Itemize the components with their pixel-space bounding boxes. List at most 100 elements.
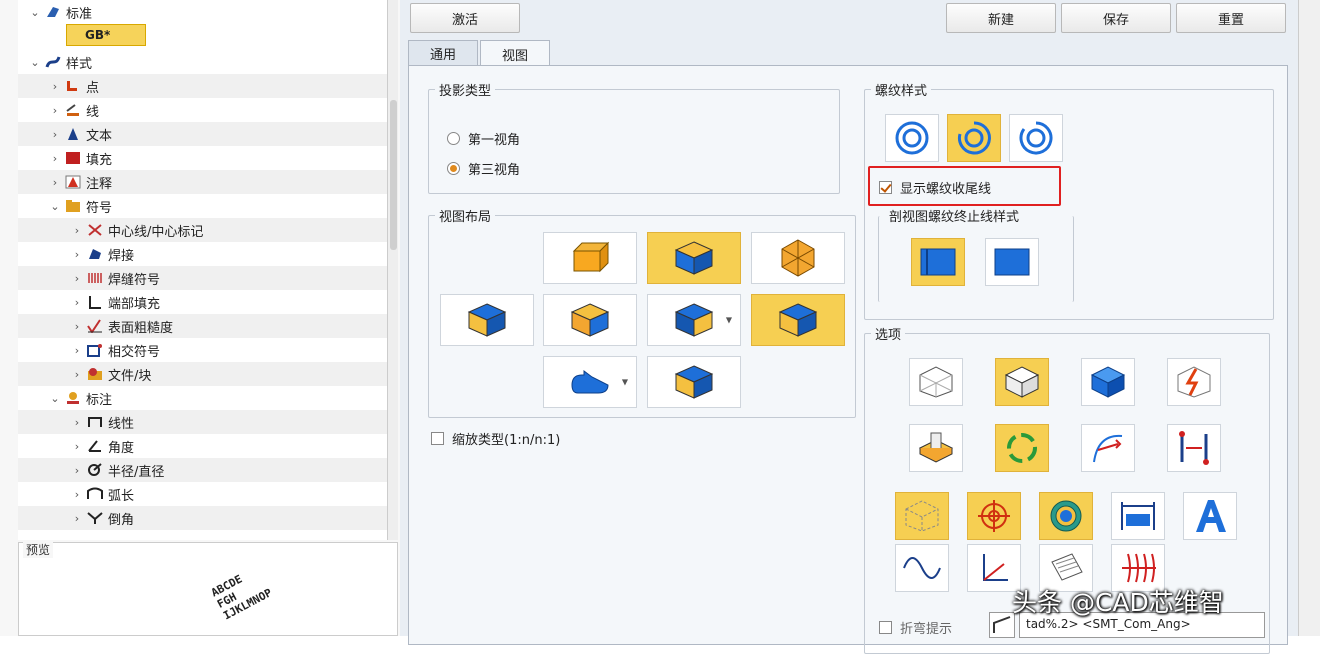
fold-line-icon [993,616,1011,633]
chevron-right-icon[interactable]: › [70,416,84,429]
layout-top-view-tile[interactable] [543,232,637,284]
radio-button-selected[interactable] [447,162,460,175]
chevron-right-icon[interactable]: › [70,272,84,285]
tree-item-weld[interactable]: › 焊接 [18,242,387,266]
tree-item-style[interactable]: ⌄ 样式 [18,50,387,74]
tree-item-roughness[interactable]: › 表面粗糙度 [18,314,387,338]
option-parallel-tile[interactable] [1167,424,1221,472]
tree-item-label: 注释 [86,176,113,192]
tree-item-intersect[interactable]: › 相交符号 [18,338,387,362]
chevron-right-icon[interactable]: › [48,176,62,189]
layout-left-view-tile[interactable] [440,294,534,346]
first-angle-radio[interactable]: 第一视角 [447,129,520,148]
layout-cube-4-tile[interactable] [751,294,845,346]
chevron-right-icon[interactable]: › [70,440,84,453]
checkbox[interactable] [431,432,444,445]
scrollbar-thumb[interactable] [390,100,397,250]
tree-item-angle[interactable]: › 角度 [18,434,387,458]
tree-item-line[interactable]: › 线 [18,98,387,122]
white-cube-icon [1004,366,1040,398]
standard-value-gb[interactable]: GB* [66,24,146,46]
layout-cube-3-tile[interactable]: ▼ [647,294,741,346]
chevron-right-icon[interactable]: › [70,368,84,381]
chevron-down-icon[interactable]: ⌄ [28,56,42,69]
dropdown-arrow-icon[interactable]: ▼ [622,378,628,387]
section-thread-style-1-tile[interactable] [911,238,965,286]
option-cylinder-tile[interactable] [909,424,963,472]
option-edges-tile[interactable] [1167,358,1221,406]
section-thread-style-2-tile[interactable] [985,238,1039,286]
option-shaded-tile[interactable] [1081,358,1135,406]
option-rotate-tile[interactable] [995,424,1049,472]
tree-item-weld-symbol[interactable]: › 焊缝符号 [18,266,387,290]
chevron-right-icon[interactable]: › [70,488,84,501]
option-box-dashed-tile[interactable] [895,492,949,540]
tree-item-dimension[interactable]: ⌄ 标注 [18,386,387,410]
chevron-right-icon[interactable]: › [48,80,62,93]
chevron-right-icon[interactable]: › [48,104,62,117]
option-wireframe-tile[interactable] [909,358,963,406]
chevron-right-icon[interactable]: › [48,128,62,141]
tree-item-centerline[interactable]: › 中心线/中心标记 [18,218,387,242]
chevron-right-icon[interactable]: › [70,248,84,261]
chevron-down-icon[interactable]: ⌄ [48,200,62,213]
tree-scrollbar[interactable] [387,0,398,540]
thread-style-2-tile[interactable] [947,114,1001,162]
tree-item-point[interactable]: › 点 [18,74,387,98]
option-thread-view-tile[interactable] [1039,492,1093,540]
parallel-lines-icon [1179,431,1209,465]
option-hidden-line-tile[interactable] [995,358,1049,406]
option-target-tile[interactable] [967,492,1021,540]
tab-view[interactable]: 视图 [480,40,550,67]
scale-type-checkbox[interactable]: 缩放类型(1:n/n:1) [431,429,560,448]
chevron-down-icon[interactable]: ⌄ [28,6,42,19]
layout-cube-5-tile[interactable] [647,356,741,408]
chevron-right-icon[interactable]: › [70,224,84,237]
chamfer-icon [86,510,104,526]
chevron-right-icon[interactable]: › [70,464,84,477]
tree-item-chamfer[interactable]: › 倒角 [18,506,387,530]
third-angle-radio[interactable]: 第三视角 [447,159,520,178]
layout-section-tile[interactable]: ▼ [543,356,637,408]
activate-button[interactable]: 激活 [410,3,520,33]
chevron-right-icon[interactable]: › [70,320,84,333]
option-dimension-box-tile[interactable] [1111,492,1165,540]
tree-item-end-fill[interactable]: › 端部填充 [18,290,387,314]
tree-item-radius[interactable]: › 半径/直径 [18,458,387,482]
tree-item-annotation[interactable]: › 注释 [18,170,387,194]
tree-item-standard[interactable]: ⌄ 标准 [18,0,387,24]
thread-style-1-tile[interactable] [885,114,939,162]
weld-icon [86,246,104,262]
tree-item-arc-length[interactable]: › 弧长 [18,482,387,506]
layout-front-view-tile[interactable] [647,232,741,284]
option-curve-arrows-tile[interactable] [1081,424,1135,472]
option-sine-tile[interactable] [895,544,949,592]
main-scrollbar[interactable] [1298,0,1320,636]
layout-iso-view-tile[interactable] [751,232,845,284]
option-text-style-tile[interactable] [1183,492,1237,540]
chevron-right-icon[interactable]: › [70,296,84,309]
layout-cube-2-tile[interactable] [543,294,637,346]
chevron-right-icon[interactable]: › [70,512,84,525]
tree-item-text[interactable]: › 文本 [18,122,387,146]
third-angle-label: 第三视角 [468,163,521,178]
chevron-down-icon[interactable]: ⌄ [48,392,62,405]
tree-item-symbol[interactable]: ⌄ 符号 [18,194,387,218]
tree-item-file-block[interactable]: › 文件/块 [18,362,387,386]
tab-general[interactable]: 通用 [408,40,478,66]
dropdown-arrow-icon[interactable]: ▼ [726,316,732,325]
fold-hint-checkbox[interactable]: 折弯提示 [879,618,952,637]
tree-item-linear[interactable]: › 线性 [18,410,387,434]
thread-style-3-tile[interactable] [1009,114,1063,162]
checkbox-checked[interactable] [879,181,892,194]
checkbox[interactable] [879,621,892,634]
chevron-right-icon[interactable]: › [70,344,84,357]
preview-title: 预览 [23,541,54,558]
radio-button[interactable] [447,132,460,145]
reset-button[interactable]: 重置 [1176,3,1286,33]
save-button[interactable]: 保存 [1061,3,1171,33]
show-thread-runout-checkbox[interactable]: 显示螺纹收尾线 [879,178,991,197]
new-button[interactable]: 新建 [946,3,1056,33]
tree-item-fill[interactable]: › 填充 [18,146,387,170]
chevron-right-icon[interactable]: › [48,152,62,165]
